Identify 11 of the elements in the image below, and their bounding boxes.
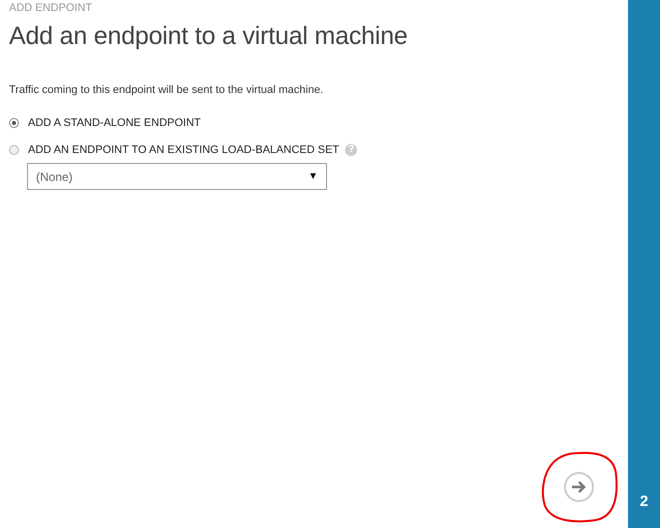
option-label[interactable]: ADD A STAND-ALONE ENDPOINT (28, 116, 201, 128)
radio-button[interactable] (9, 144, 19, 154)
dropdown[interactable]: (None) ▼ (27, 163, 327, 190)
next-button[interactable] (564, 472, 594, 502)
dialog-caption: ADD ENDPOINT (9, 2, 94, 14)
option-label[interactable]: ADD AN ENDPOINT TO AN EXISTING LOAD-BALANCED SET (28, 144, 340, 156)
step-number: 2 (640, 493, 648, 510)
dialog-title: Add an endpoint to a virtual machine (9, 22, 409, 51)
description-text: Traffic coming to this endpoint will be sent to the virtual machine. (9, 84, 324, 96)
arrow-icon (571, 480, 587, 494)
radio-button[interactable] (9, 118, 19, 128)
